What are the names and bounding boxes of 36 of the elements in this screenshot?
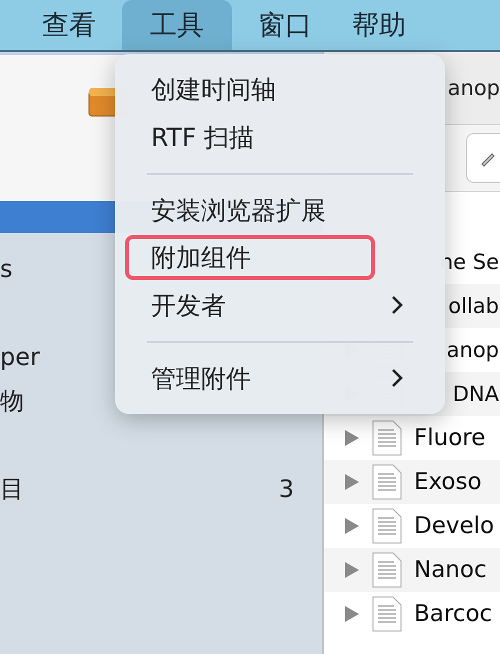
document-name: Barcoc [414, 601, 492, 627]
list-row[interactable]: Nanoc [324, 548, 500, 592]
document-icon [372, 508, 402, 544]
document-icon [372, 464, 402, 500]
document-name: Exoso [414, 469, 482, 495]
toolbar-button[interactable] [466, 133, 500, 183]
document-name: Nanoc [414, 557, 487, 583]
document-icon [372, 596, 402, 632]
disclosure-triangle-icon[interactable] [344, 473, 360, 491]
sidebar-item-label: 目 [0, 474, 24, 505]
menu-item[interactable]: 开发者 [125, 282, 435, 328]
disclosure-triangle-icon[interactable] [344, 561, 360, 579]
document-name: Develo [414, 513, 494, 539]
list-row[interactable]: Exoso [324, 460, 500, 504]
item-count: 3 [278, 475, 294, 503]
menu-item[interactable]: 管理附件 [125, 356, 435, 401]
menu-item[interactable]: 安装浏览器扩展 [125, 188, 435, 233]
document-name: DNA [452, 382, 500, 406]
document-icon [372, 552, 402, 588]
document-title: anop [448, 76, 500, 100]
sidebar-item[interactable]: 目 3 [0, 467, 322, 511]
menu-item[interactable]: RTF 扫描 [125, 114, 435, 160]
menu-bar-item[interactable]: 窗口 [244, 0, 326, 50]
menu-item[interactable]: 创建时间轴 [125, 67, 435, 112]
menu-item[interactable]: 附加组件 [125, 235, 375, 280]
sidebar-item-label: 物 [0, 386, 24, 417]
document-name: anop [446, 338, 500, 362]
document-icon [372, 420, 402, 456]
document-name: ollab [448, 294, 500, 318]
menu-bar-item[interactable]: 工具 [122, 0, 232, 50]
document-name: Fluore [414, 425, 486, 451]
menu-bar-item[interactable]: 查看 [28, 0, 110, 50]
disclosure-triangle-icon[interactable] [344, 429, 360, 447]
disclosure-triangle-icon[interactable] [344, 517, 360, 535]
menu-bar-item[interactable]: 帮助 [338, 0, 420, 50]
disclosure-triangle-icon[interactable] [344, 605, 360, 623]
